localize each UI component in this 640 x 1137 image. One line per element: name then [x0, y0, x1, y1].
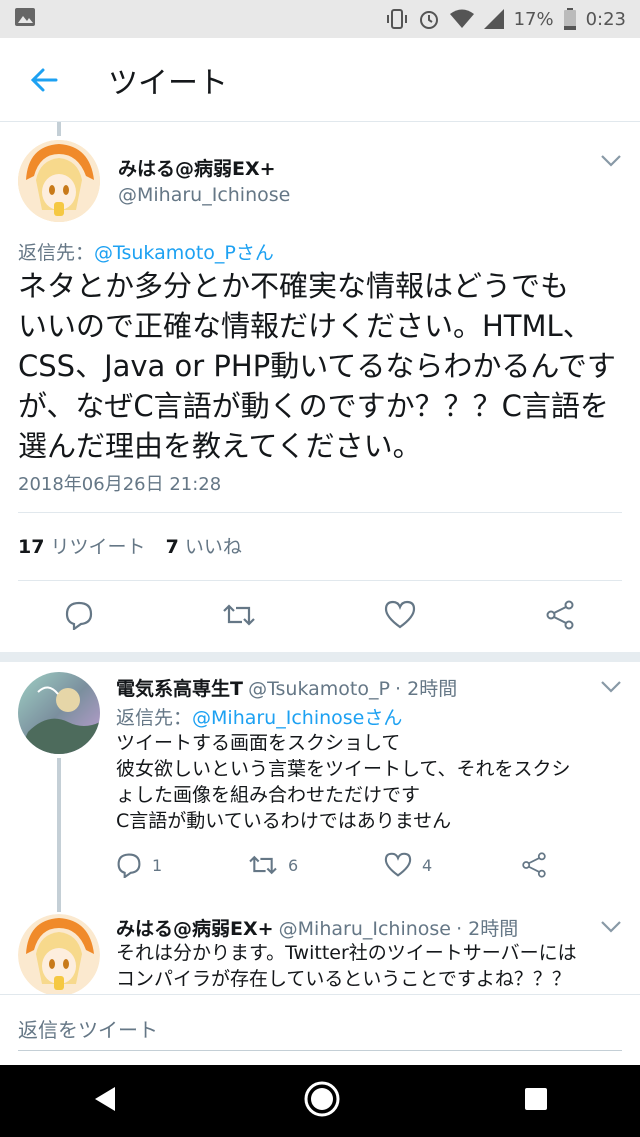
nav-home-button[interactable] — [303, 1080, 341, 1122]
circle-home-icon — [304, 1081, 340, 1117]
battery-icon — [563, 8, 576, 30]
reply-icon — [117, 853, 141, 878]
tweet-text-line: 選んだ理由を教えてください。 — [18, 429, 422, 463]
tweet-time: · 2時間 — [395, 678, 458, 700]
handle[interactable]: @Miharu_Ichinose — [279, 918, 451, 940]
avatar[interactable] — [18, 140, 100, 222]
tweet-text-line: C言語が動いているわけではありません — [116, 810, 452, 832]
retweet-label: リツイート — [50, 536, 146, 558]
tweet-text-line: いいので正確な情報だけください。HTML、 — [18, 309, 592, 343]
share-button[interactable] — [544, 600, 576, 630]
reply-count: 1 — [152, 855, 163, 875]
reply-composer: 返信をツイート — [0, 994, 640, 1066]
retweet-count: 17 — [18, 536, 45, 558]
tweet-actions — [0, 600, 640, 640]
system-nav-bar — [0, 1065, 640, 1137]
back-button[interactable] — [16, 52, 72, 108]
like-count: 7 — [165, 536, 179, 558]
reply-tweet[interactable]: みはる@病弱EX+ @Miharu_Ichinose · 2時間 それは分かりま… — [0, 900, 640, 994]
section-separator — [0, 652, 640, 662]
handle[interactable]: @Miharu_Ichinose — [118, 184, 290, 206]
retweet-icon — [249, 855, 277, 875]
tweet-text-line: ネタとか多分とか不確実な情報はどうでも — [18, 269, 570, 303]
heart-icon — [384, 600, 416, 629]
retweet-button[interactable]: 6 — [248, 852, 298, 878]
wifi-icon — [449, 9, 474, 29]
heart-icon — [384, 852, 412, 877]
like-button[interactable]: 4 — [384, 852, 432, 878]
share-button[interactable] — [520, 852, 548, 878]
like-button[interactable] — [384, 600, 416, 630]
like-label: いいね — [184, 536, 242, 558]
tweet-text: それは分かります。Twitter社のツイートサーバーには コンパイラが存在してい… — [116, 940, 616, 992]
clock: 0:23 — [585, 8, 626, 30]
reply-to-line: 返信先：@Miharu_Ichinoseさん — [116, 703, 402, 730]
reply-to-prefix: 返信先： — [116, 707, 193, 729]
tweet-timestamp: 2018年06月26日 21:28 — [18, 474, 222, 495]
tweet-text: ツイートする画面をスクショして 彼女欲しいという言葉をツイートして、それをスクシ… — [116, 730, 616, 834]
alarm-icon — [418, 8, 440, 30]
avatar[interactable] — [18, 914, 100, 994]
display-name[interactable]: みはる@病弱EX+ — [116, 918, 274, 940]
signal-icon — [483, 9, 504, 29]
tweet-text-line: ツイートする画面をスクショして — [116, 732, 401, 754]
battery-percent: 17% — [513, 8, 554, 30]
retweet-count: 6 — [288, 855, 299, 875]
divider — [18, 512, 622, 513]
nav-recents-button[interactable] — [523, 1086, 549, 1116]
page-title: ツイート — [108, 65, 228, 101]
chevron-down-icon[interactable] — [600, 154, 622, 168]
tweet-text-line: CSS、Java or PHP動いてるならわかるんです — [18, 349, 616, 383]
like-stat[interactable]: 7 いいね — [166, 536, 242, 558]
gallery-notification-icon — [14, 6, 36, 33]
share-icon — [546, 600, 574, 630]
arrow-left-icon — [30, 68, 58, 91]
thread-connector — [57, 758, 61, 912]
retweet-icon — [223, 604, 255, 626]
chevron-down-icon[interactable] — [600, 680, 622, 694]
triangle-back-icon — [95, 1087, 115, 1111]
display-name[interactable]: みはる@病弱EX+ — [118, 154, 276, 181]
reply-button[interactable]: 1 — [116, 852, 162, 878]
reply-input[interactable]: 返信をツイート — [18, 1007, 622, 1051]
handle[interactable]: @Tsukamoto_P — [248, 678, 390, 700]
like-count: 4 — [422, 855, 433, 875]
chevron-down-icon[interactable] — [600, 920, 622, 934]
reply-to-prefix: 返信先： — [18, 242, 95, 264]
tweet-text-line: それは分かります。Twitter社のツイートサーバーには — [116, 942, 577, 964]
reply-to-link[interactable]: @Miharu_Ichinoseさん — [192, 707, 402, 729]
share-icon — [522, 852, 546, 878]
app-bar: ツイート — [0, 38, 640, 122]
tweet-text-line: コンパイラが存在しているということですよね？？？ — [116, 968, 571, 990]
reply-to-link[interactable]: @Tsukamoto_Pさん — [94, 242, 274, 264]
reply-icon — [65, 601, 93, 630]
divider — [18, 580, 622, 581]
reply-to-line: 返信先：@Tsukamoto_Pさん — [18, 238, 274, 265]
display-name[interactable]: 電気系高専生T — [116, 678, 243, 700]
tweet-text-line: ょした画像を組み合わせただけです — [116, 784, 421, 806]
thread-connector — [57, 122, 61, 136]
nav-back-button[interactable] — [91, 1084, 121, 1118]
square-recents-icon — [525, 1088, 547, 1110]
avatar[interactable] — [18, 672, 100, 754]
retweet-stat[interactable]: 17 リツイート — [18, 536, 146, 558]
retweet-button[interactable] — [222, 600, 256, 630]
status-bar: 17% 0:23 — [0, 0, 640, 38]
tweet-time: · 2時間 — [456, 918, 519, 940]
reply-button[interactable] — [64, 600, 94, 630]
vibrate-icon — [386, 8, 408, 30]
tweet-text: ネタとか多分とか不確実な情報はどうでも いいので正確な情報だけください。HTML… — [18, 266, 622, 466]
tweet-text-line: 彼女欲しいという言葉をツイートして、それをスクシ — [116, 758, 571, 780]
tweet-text-line: が、なぜC言語が動くのですか？？？C言語を — [18, 389, 609, 423]
engagement-stats: 17 リツイート 7 いいね — [18, 532, 242, 559]
